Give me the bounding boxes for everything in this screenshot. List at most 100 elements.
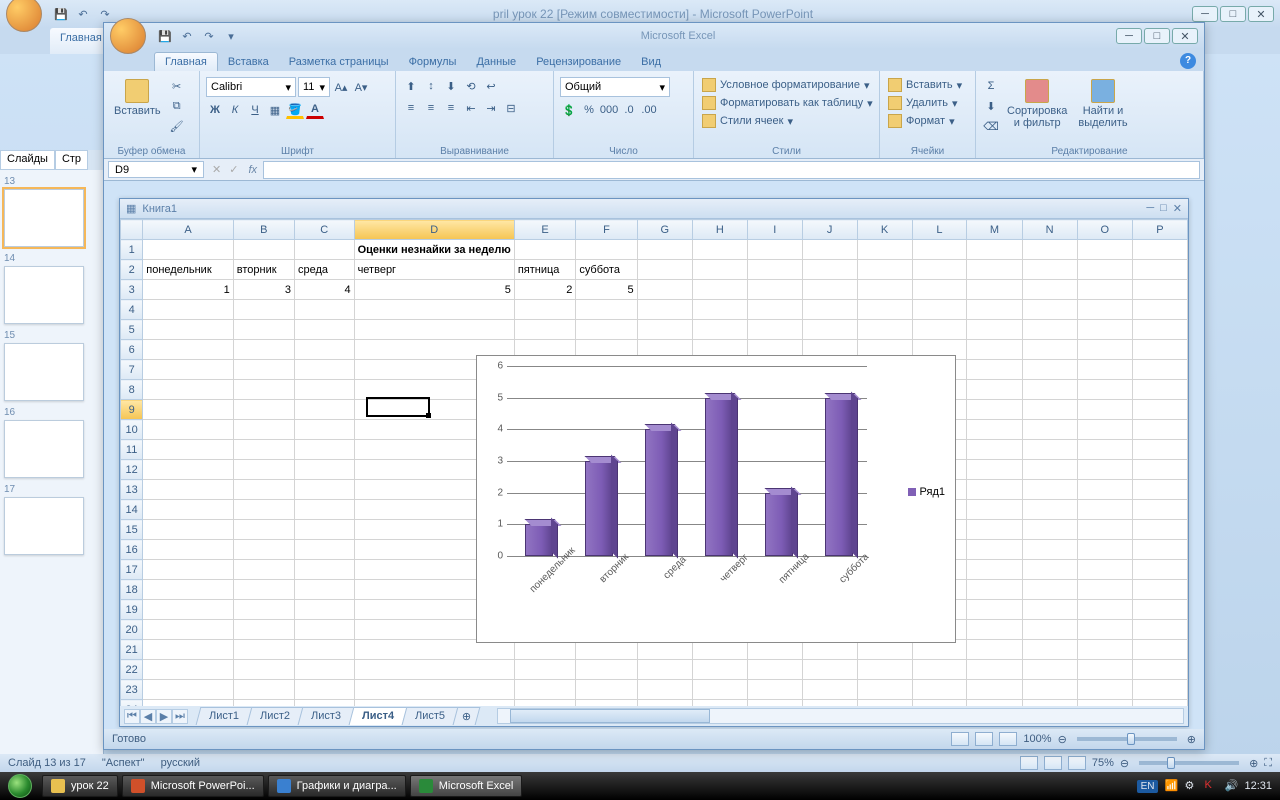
enter-formula-icon[interactable]: ✓ [225,163,242,176]
dec-dec-icon[interactable]: .00 [640,101,658,119]
redo-icon[interactable]: ↷ [200,27,218,45]
shrink-font-icon[interactable]: A▾ [352,78,370,96]
merge-icon[interactable]: ⊟ [502,99,520,117]
sheet-nav-next-icon[interactable]: ▶ [156,709,172,724]
xl-zoom-slider[interactable] [1077,737,1177,741]
sheet-tab[interactable]: Лист3 [298,707,355,725]
workbook-titlebar[interactable]: ▦ Книга1 ─ □ ✕ [120,199,1188,219]
new-sheet-icon[interactable]: ⊕ [453,707,481,725]
indent-inc-icon[interactable]: ⇥ [482,99,500,117]
font-name-combo[interactable]: Calibri▾ [206,77,296,97]
fx-icon[interactable]: fx [242,164,263,176]
sheet-tab[interactable]: Лист4 [349,707,408,725]
slide-panel[interactable]: Слайды Стр 13 14 15 16 17 [0,150,104,754]
format-painter-icon[interactable]: 🖌 [168,117,186,135]
cells-format-button[interactable]: Формат▾ [886,113,964,129]
wb-close-icon[interactable]: ✕ [1173,202,1182,215]
qat-more-icon[interactable]: ▾ [222,27,240,45]
slides-tab[interactable]: Слайды [0,150,55,170]
start-button[interactable] [0,772,40,800]
embedded-chart[interactable]: 0123456понедельниквторниксредачетвергпят… [476,355,956,643]
taskbar-item[interactable]: Графики и диагра... [268,775,406,797]
tray-icon[interactable]: ⚙ [1184,779,1198,793]
percent-icon[interactable]: % [580,101,598,119]
taskbar-item[interactable]: Microsoft Excel [410,775,523,797]
currency-icon[interactable]: 💲 [560,101,578,119]
wrap-text-icon[interactable]: ↩ [482,77,500,95]
align-left-icon[interactable]: ≡ [402,99,420,117]
clear-icon[interactable]: ⌫ [982,117,1000,135]
kaspersky-icon[interactable]: K [1204,779,1218,793]
wb-maximize-icon[interactable]: □ [1160,202,1167,215]
zoom-in-icon[interactable]: ⊕ [1187,733,1196,746]
clock[interactable]: 12:31 [1244,780,1272,792]
bold-icon[interactable]: Ж [206,101,224,119]
close-icon[interactable]: ✕ [1248,6,1274,22]
tab-insert[interactable]: Вставка [218,53,279,71]
volume-icon[interactable]: 🔊 [1224,779,1238,793]
taskbar-item[interactable]: Microsoft PowerPoi... [122,775,264,797]
formula-input[interactable] [263,161,1200,179]
align-bottom-icon[interactable]: ⬇ [442,77,460,95]
view-pagebreak-icon[interactable] [999,732,1017,746]
tab-review[interactable]: Рецензирование [526,53,631,71]
system-tray[interactable]: EN 📶 ⚙ K 🔊 12:31 [1129,779,1280,793]
office-button[interactable] [110,18,146,54]
tab-data[interactable]: Данные [466,53,526,71]
align-right-icon[interactable]: ≡ [442,99,460,117]
slide-thumb-15[interactable]: 15 [4,330,99,401]
sort-filter-button[interactable]: Сортировка и фильтр [1003,77,1071,131]
minimize-icon[interactable]: ─ [1116,28,1142,44]
horizontal-scrollbar[interactable] [497,708,1184,724]
sheet-tab[interactable]: Лист2 [247,707,304,725]
fit-icon[interactable]: ⛶ [1264,757,1272,770]
cancel-formula-icon[interactable]: ✕ [208,163,225,176]
slide-thumb-13[interactable]: 13 [4,176,99,247]
tab-home[interactable]: Главная [154,52,218,71]
italic-icon[interactable]: К [226,101,244,119]
network-icon[interactable]: 📶 [1164,779,1178,793]
slide-thumb-17[interactable]: 17 [4,484,99,555]
underline-icon[interactable]: Ч [246,101,264,119]
maximize-icon[interactable]: □ [1144,28,1170,44]
cut-icon[interactable]: ✂ [168,77,186,95]
dec-inc-icon[interactable]: .0 [620,101,638,119]
find-select-button[interactable]: Найти и выделить [1074,77,1131,131]
fill-color-icon[interactable]: 🪣 [286,101,304,119]
sheet-nav-first-icon[interactable]: ⏮ [124,709,140,724]
tab-view[interactable]: Вид [631,53,671,71]
close-icon[interactable]: ✕ [1172,28,1198,44]
worksheet-grid[interactable]: ABCDEFGHIJKLMNOP1Оценки незнайки за неде… [120,219,1188,706]
number-format-combo[interactable]: Общий▾ [560,77,670,97]
autosum-icon[interactable]: Σ [982,77,1000,95]
wb-minimize-icon[interactable]: ─ [1146,202,1154,215]
save-icon[interactable]: 💾 [156,27,174,45]
sheet-tab[interactable]: Лист5 [402,707,459,725]
font-size-combo[interactable]: 11▾ [298,77,330,97]
thousands-icon[interactable]: 000 [600,101,618,119]
zoom-out-icon[interactable]: ⊖ [1058,733,1067,746]
language-indicator[interactable]: EN [1137,780,1159,793]
slide-thumb-16[interactable]: 16 [4,407,99,478]
name-box[interactable]: D9▾ [108,161,204,178]
undo-icon[interactable]: ↶ [74,5,92,23]
slide-thumb-14[interactable]: 14 [4,253,99,324]
maximize-icon[interactable]: □ [1220,6,1246,22]
xl-titlebar[interactable]: 💾 ↶ ↷ ▾ Microsoft Excel ─ □ ✕ [104,23,1204,49]
align-center-icon[interactable]: ≡ [422,99,440,117]
cells-delete-button[interactable]: Удалить▾ [886,95,964,111]
minimize-icon[interactable]: ─ [1192,6,1218,22]
align-middle-icon[interactable]: ↕ [422,77,440,95]
fill-icon[interactable]: ⬇ [982,97,1000,115]
align-top-icon[interactable]: ⬆ [402,77,420,95]
taskbar-item[interactable]: урок 22 [42,775,118,797]
view-slideshow-icon[interactable] [1068,756,1086,770]
sheet-nav-last-icon[interactable]: ⏭ [172,709,188,724]
copy-icon[interactable]: ⧉ [168,97,186,115]
font-color-icon[interactable]: A [306,101,324,119]
redo-icon[interactable]: ↷ [96,5,114,23]
zoom-in-icon[interactable]: ⊕ [1249,757,1258,770]
view-sorter-icon[interactable] [1044,756,1062,770]
sheet-tab[interactable]: Лист1 [196,707,253,725]
view-layout-icon[interactable] [975,732,993,746]
